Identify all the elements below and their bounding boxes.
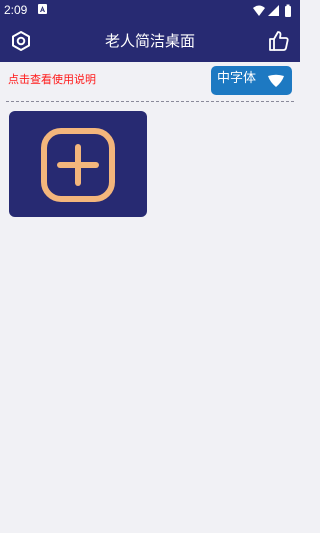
page-title: 老人简洁桌面 xyxy=(104,32,195,50)
status-bar: 2:09 xyxy=(0,0,300,20)
plus-square-icon xyxy=(40,127,116,203)
font-size-label: 中字体 xyxy=(217,71,257,86)
notification-icon xyxy=(38,4,47,14)
font-size-button[interactable]: 中字体 xyxy=(211,66,292,95)
help-link[interactable]: 点击查看使用说明 xyxy=(8,73,96,87)
app-bar: 老人简洁桌面 xyxy=(0,20,300,62)
signal-icon xyxy=(268,5,279,16)
battery-icon xyxy=(285,4,291,17)
status-icons xyxy=(252,3,296,17)
add-app-tile[interactable] xyxy=(9,111,147,217)
status-time: 2:09 xyxy=(4,3,28,17)
thumbs-up-icon[interactable] xyxy=(267,29,291,53)
wifi-icon xyxy=(253,5,265,16)
divider xyxy=(6,101,294,102)
dropdown-arrow-icon xyxy=(266,73,286,89)
